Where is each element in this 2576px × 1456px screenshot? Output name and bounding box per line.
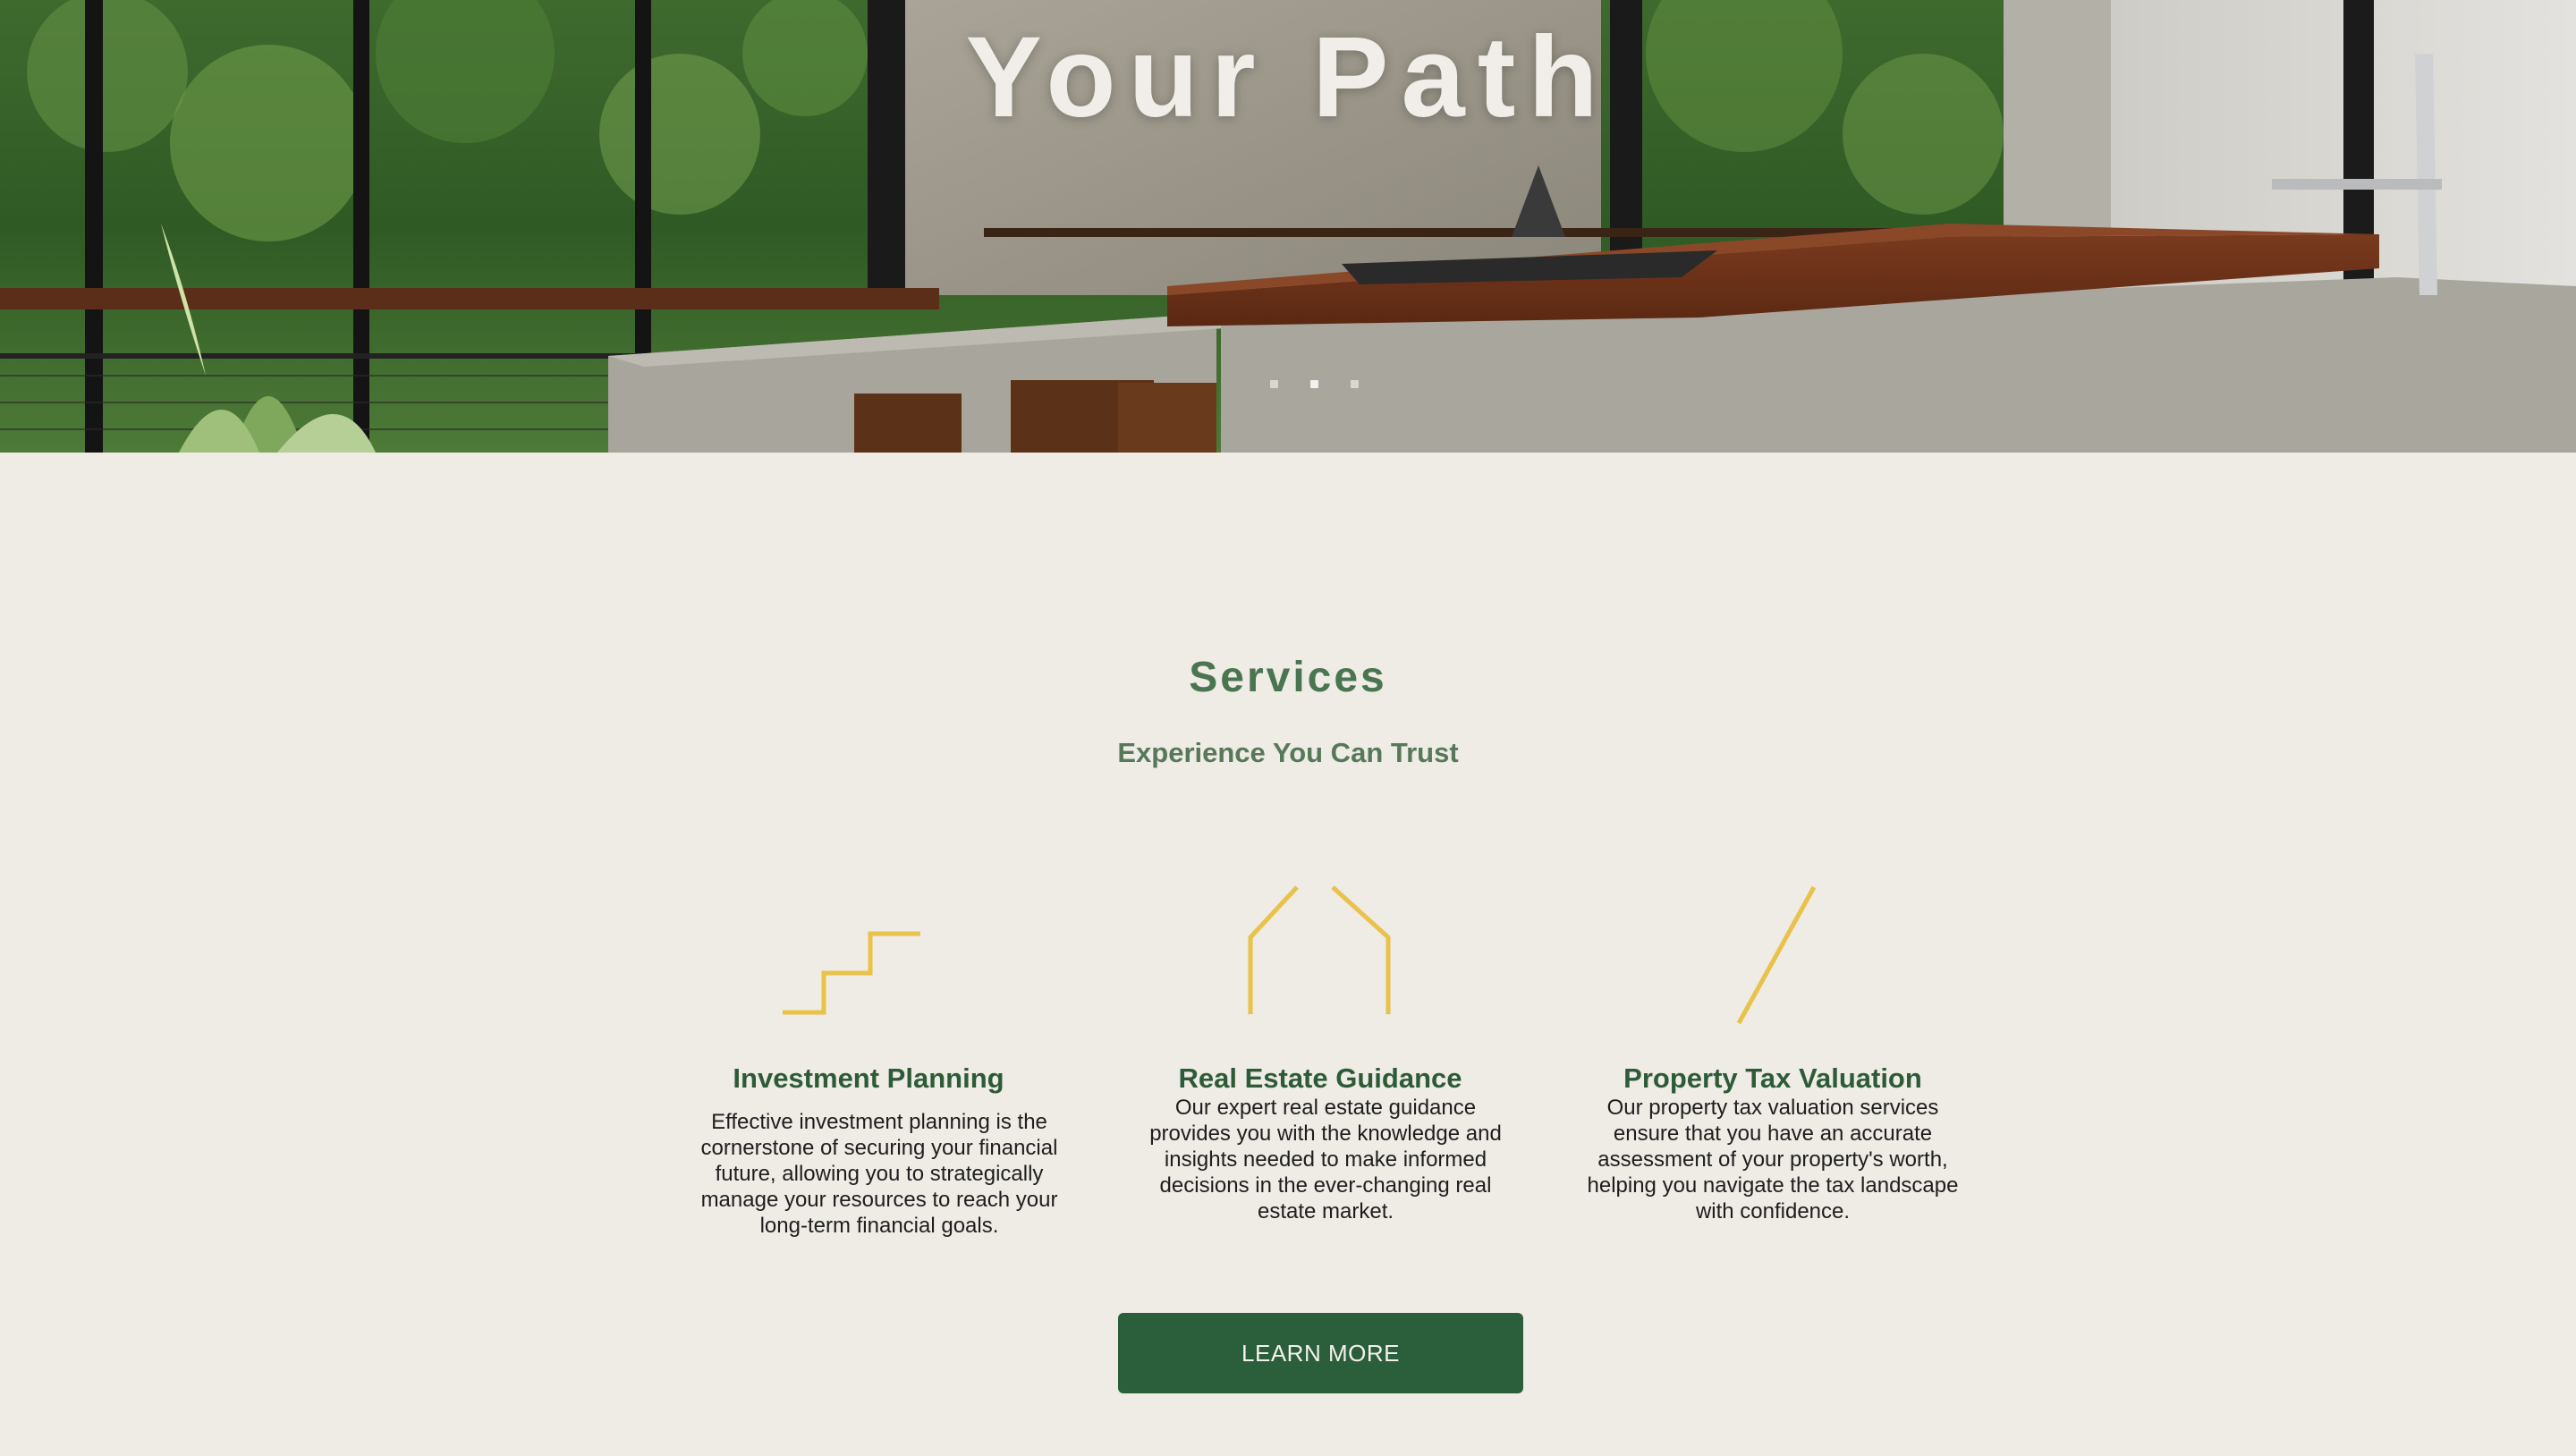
service-title: Investment Planning xyxy=(733,1062,1004,1094)
slider-dot-2[interactable] xyxy=(1310,380,1318,388)
hero-banner: Your Path xyxy=(0,0,2576,453)
service-title: Property Tax Valuation xyxy=(1623,1062,1922,1094)
services-heading: Services xyxy=(1189,654,1387,701)
house-outline-icon xyxy=(1248,885,1391,1014)
service-description: Our property tax valuation services ensu… xyxy=(1587,1096,1959,1223)
slider-dots xyxy=(1270,380,1359,388)
learn-more-button[interactable]: LEARN MORE xyxy=(1118,1313,1523,1393)
service-card-real-estate-guidance: Real Estate Guidance Our expert real est… xyxy=(1132,885,1508,1252)
service-description: Our expert real estate guidance provides… xyxy=(1149,1096,1502,1223)
service-card-property-tax-valuation: Property Tax Valuation Our property tax … xyxy=(1585,885,1961,1252)
slider-dot-1[interactable] xyxy=(1270,380,1278,388)
slash-icon xyxy=(1736,885,1817,1025)
hero-title: Your Path xyxy=(965,13,1611,141)
service-title: Real Estate Guidance xyxy=(1178,1062,1462,1094)
service-description: Effective investment planning is the cor… xyxy=(700,1110,1058,1238)
slider-dot-3[interactable] xyxy=(1351,380,1359,388)
stairs-icon xyxy=(783,931,920,1015)
service-card-investment-planning: Investment Planning Effective investment… xyxy=(681,930,1057,1252)
page: Your Path Services Experience You Can Tr… xyxy=(0,0,2576,1456)
services-subheading: Experience You Can Trust xyxy=(1117,737,1459,768)
